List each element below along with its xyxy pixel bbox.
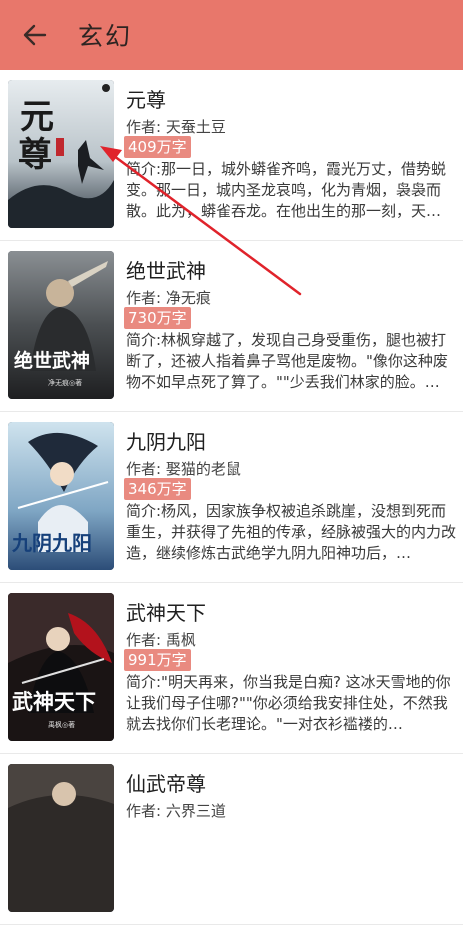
book-cover[interactable]: 元 尊 bbox=[8, 80, 114, 228]
book-cover[interactable]: 绝世武神 净无痕◎著 bbox=[8, 251, 114, 399]
book-item[interactable]: 九阴九阳 九阴九阳 作者: 娶猫的老鼠 346万字 简介:杨风，因家族争权被追杀… bbox=[0, 412, 463, 583]
word-count-badge: 409万字 bbox=[124, 136, 191, 158]
book-item[interactable]: 仙武帝尊 作者: 六界三道 bbox=[0, 754, 463, 925]
book-title[interactable]: 九阴九阳 bbox=[126, 426, 206, 455]
book-title[interactable]: 绝世武神 bbox=[126, 255, 206, 284]
word-count-badge: 730万字 bbox=[124, 307, 191, 329]
svg-text:绝世武神: 绝世武神 bbox=[14, 349, 90, 372]
svg-text:净无痕◎著: 净无痕◎著 bbox=[48, 378, 82, 387]
book-cover[interactable] bbox=[8, 764, 114, 912]
book-cover[interactable]: 武神天下 禹枫◎著 bbox=[8, 593, 114, 741]
book-item[interactable]: 绝世武神 净无痕◎著 绝世武神 作者: 净无痕 730万字 简介:林枫穿越了，发… bbox=[0, 241, 463, 412]
back-arrow-icon[interactable] bbox=[18, 18, 52, 52]
svg-text:九阴九阳: 九阴九阳 bbox=[11, 531, 92, 555]
book-cover[interactable]: 九阴九阳 bbox=[8, 422, 114, 570]
book-author: 作者: 六界三道 bbox=[126, 802, 226, 820]
book-author: 作者: 天蚕土豆 bbox=[126, 118, 226, 136]
svg-text:元: 元 bbox=[20, 97, 54, 137]
page-title: 玄幻 bbox=[78, 22, 133, 51]
book-title[interactable]: 元尊 bbox=[126, 84, 166, 113]
book-author: 作者: 净无痕 bbox=[126, 289, 211, 307]
book-description: 简介:那一日，城外蟒雀齐鸣，霞光万丈，借势蜕变。那一日，城内圣龙哀鸣，化为青烟，… bbox=[126, 160, 447, 220]
book-description: 简介:杨风，因家族争权被追杀跳崖，没想到死而重生，并获得了先祖的传承，经脉被强大… bbox=[126, 502, 457, 562]
svg-text:禹枫◎著: 禹枫◎著 bbox=[48, 720, 75, 729]
book-list[interactable]: 元 尊 元尊 作者: 天蚕土豆 409万字 简介:那一日，城外蟒雀齐鸣，霞光万丈… bbox=[0, 70, 463, 925]
app-bar: 玄幻 bbox=[0, 0, 463, 70]
book-description: 简介:"明天再来，你当我是白痴? 这冰天雪地的你让我们母子住哪?""你必须给我安… bbox=[126, 673, 451, 733]
word-count-badge: 991万字 bbox=[124, 649, 191, 671]
book-author: 作者: 娶猫的老鼠 bbox=[126, 460, 241, 478]
book-item[interactable]: 武神天下 禹枫◎著 武神天下 作者: 禹枫 991万字 简介:"明天再来，你当我… bbox=[0, 583, 463, 754]
book-title[interactable]: 武神天下 bbox=[126, 597, 206, 626]
book-author: 作者: 禹枫 bbox=[126, 631, 196, 649]
book-item[interactable]: 元 尊 元尊 作者: 天蚕土豆 409万字 简介:那一日，城外蟒雀齐鸣，霞光万丈… bbox=[0, 70, 463, 241]
svg-text:尊: 尊 bbox=[18, 135, 52, 175]
word-count-badge: 346万字 bbox=[124, 478, 191, 500]
svg-text:武神天下: 武神天下 bbox=[12, 689, 96, 714]
book-title[interactable]: 仙武帝尊 bbox=[126, 768, 206, 797]
book-description: 简介:林枫穿越了，发现自己身受重伤，腿也被打断了，还被人指着鼻子骂他是废物。"像… bbox=[126, 331, 448, 391]
